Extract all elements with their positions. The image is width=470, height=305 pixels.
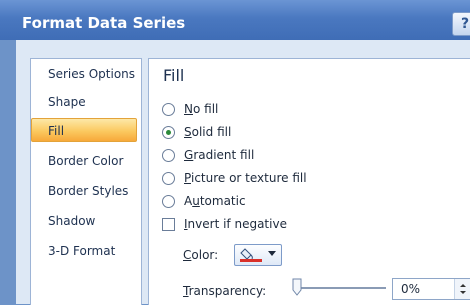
invert-if-negative-label: Invert if negative [184, 217, 287, 231]
help-button[interactable]: ? [452, 12, 470, 36]
solid-fill-label: Solid fill [184, 125, 232, 139]
color-label: Color: [183, 248, 219, 262]
transparency-slider-thumb[interactable] [292, 278, 302, 296]
no-fill-label: No fill [184, 102, 219, 116]
solid-fill-option[interactable]: Solid fill [162, 123, 231, 141]
invert-if-negative-option[interactable]: Invert if negative [162, 215, 287, 233]
nav-item-border-color[interactable]: Border Color [32, 149, 140, 173]
invert-if-negative-checkbox[interactable] [162, 217, 175, 231]
gradient-fill-option[interactable]: Gradient fill [162, 146, 254, 164]
picture-fill-label: Picture or texture fill [184, 171, 307, 185]
gradient-fill-label: Gradient fill [184, 148, 255, 162]
nav-item-shadow[interactable]: Shadow [32, 209, 140, 233]
nav-item-3d-format[interactable]: 3-D Format [32, 239, 140, 263]
no-fill-radio[interactable] [162, 102, 175, 116]
transparency-label: Transparency: [183, 284, 267, 298]
nav-item-series-options[interactable]: Series Options [32, 62, 140, 86]
nav-item-fill[interactable]: Fill [31, 118, 137, 142]
title-bar: Format Data Series ? [0, 0, 470, 40]
picture-fill-radio[interactable] [162, 171, 175, 185]
nav-item-border-styles[interactable]: Border Styles [32, 179, 140, 203]
paint-bucket-icon [240, 248, 262, 262]
transparency-slider-track[interactable] [296, 287, 386, 289]
automatic-option[interactable]: Automatic [162, 192, 246, 210]
dialog-title: Format Data Series [22, 14, 186, 32]
gradient-fill-radio[interactable] [162, 148, 175, 162]
chevron-down-icon [268, 251, 276, 256]
automatic-label: Automatic [184, 194, 246, 208]
spin-down-icon [460, 291, 466, 294]
color-picker-button[interactable] [234, 244, 282, 266]
transparency-spinner[interactable] [454, 279, 470, 299]
spin-up-icon [460, 284, 466, 287]
section-title: Fill [163, 66, 185, 85]
automatic-radio[interactable] [162, 194, 175, 208]
transparency-value: 0% [401, 282, 421, 296]
no-fill-option[interactable]: No fill [162, 100, 218, 118]
solid-fill-radio[interactable] [162, 125, 175, 139]
nav-item-shape[interactable]: Shape [32, 90, 140, 114]
picture-fill-option[interactable]: Picture or texture fill [162, 169, 307, 187]
